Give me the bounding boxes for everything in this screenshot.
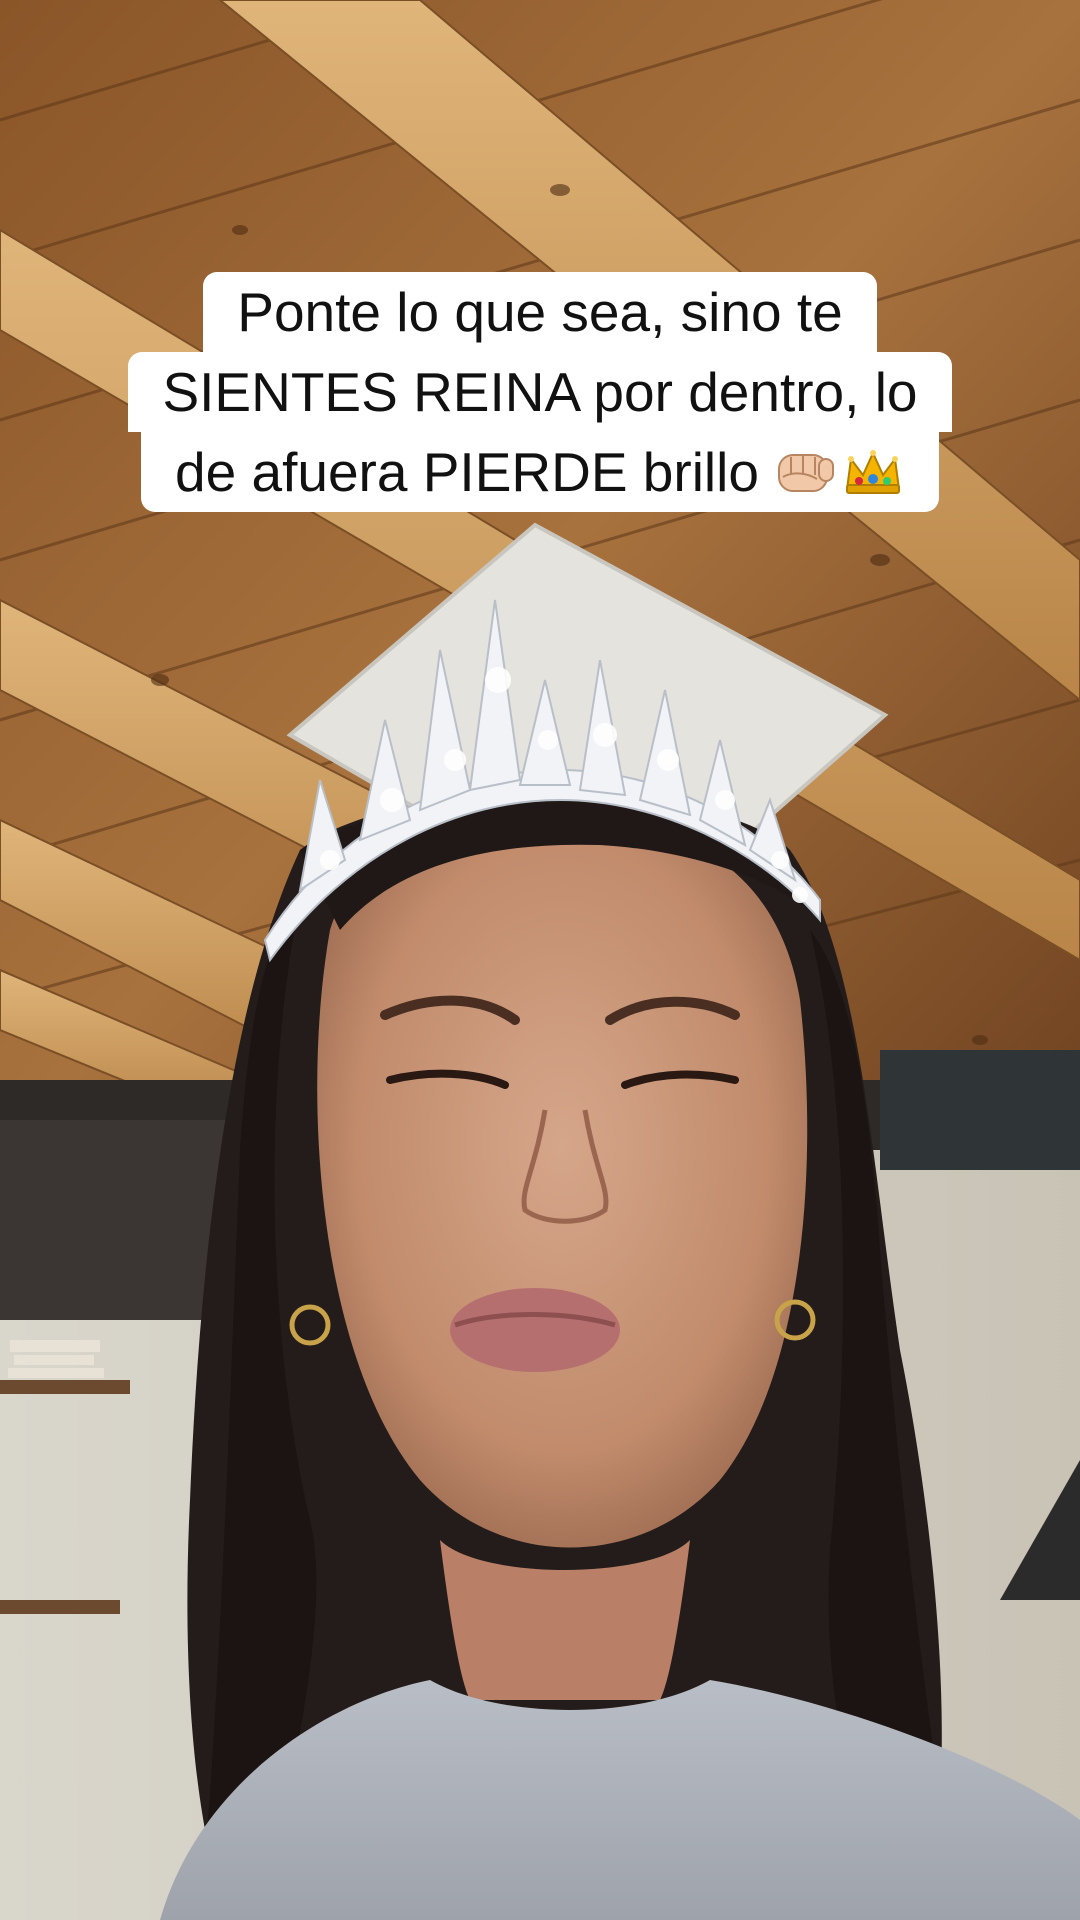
caption-emojis — [773, 445, 905, 499]
caption-line-2: SIENTES REINA por dentro, lo — [128, 352, 952, 432]
caption-line-3: de afuera PIERDE brillo — [141, 432, 939, 512]
caption-overlay: Ponte lo que sea, sino te SIENTES REINA … — [0, 272, 1080, 512]
caption-line-1: Ponte lo que sea, sino te — [203, 272, 877, 352]
fist-icon — [777, 454, 834, 492]
video-frame: Ponte lo que sea, sino te SIENTES REINA … — [0, 0, 1080, 1920]
crown-icon — [845, 450, 901, 494]
caption-text-2: SIENTES REINA por dentro, lo — [162, 361, 918, 423]
caption-text-1: Ponte lo que sea, sino te — [237, 281, 843, 343]
caption-text-3: de afuera PIERDE brillo — [175, 441, 759, 503]
